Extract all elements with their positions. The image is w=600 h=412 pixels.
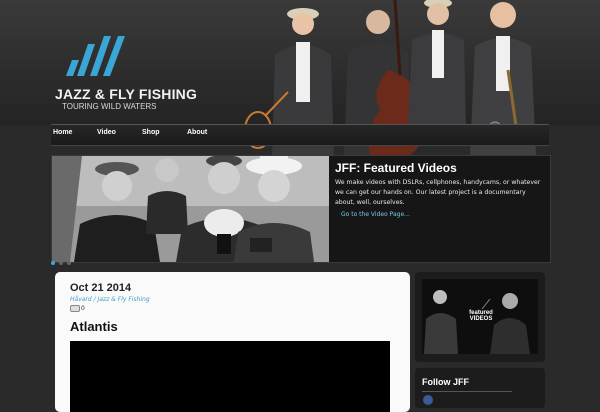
post-card: Oct 21 2014 Håvard / Jazz & Fly Fishing … [55, 272, 410, 412]
post-author-category[interactable]: Håvard / Jazz & Fly Fishing [70, 296, 150, 303]
nav-item-about[interactable]: About [187, 129, 207, 136]
video-player[interactable] [70, 341, 390, 412]
slider-dot-1[interactable] [51, 261, 55, 265]
featured-slider: JFF: Featured Videos We make videos with… [51, 155, 551, 263]
nav-item-home[interactable]: Home [53, 129, 72, 136]
site-tagline: TOURING WILD WATERS [62, 102, 157, 111]
comment-icon[interactable] [70, 305, 80, 312]
featured-videos-overlay-text: featured VIDEOS [469, 310, 493, 322]
post-date: Oct 21 2014 [70, 282, 132, 294]
sidebar-featured-videos: featured VIDEOS [415, 272, 545, 362]
social-icon[interactable] [423, 395, 433, 405]
logo-icon[interactable] [62, 34, 132, 82]
slider-dot-3[interactable] [67, 261, 71, 265]
slide-photo[interactable] [52, 156, 329, 262]
video-page-link[interactable]: Go to the Video Page... [341, 211, 410, 218]
post-title[interactable]: Atlantis [70, 319, 118, 334]
follow-divider [422, 391, 512, 392]
featured-videos-thumbnail[interactable]: featured VIDEOS [422, 279, 538, 354]
follow-title: Follow JFF [422, 377, 469, 387]
comment-count[interactable]: 0 [81, 305, 85, 312]
main-nav: Home Video Shop About [51, 124, 549, 146]
nav-item-shop[interactable]: Shop [142, 129, 160, 136]
slider-dot-2[interactable] [59, 261, 63, 265]
slide-title: JFF: Featured Videos [335, 161, 457, 175]
site-header: JAZZ & FLY FISHING TOURING WILD WATERS [0, 0, 600, 155]
slide-description: We make videos with DSLRs, cellphones, h… [335, 179, 541, 206]
nav-item-video[interactable]: Video [97, 129, 116, 136]
sidebar-follow-widget: Follow JFF [415, 368, 545, 408]
site-logo-text[interactable]: JAZZ & FLY FISHING [55, 86, 197, 102]
